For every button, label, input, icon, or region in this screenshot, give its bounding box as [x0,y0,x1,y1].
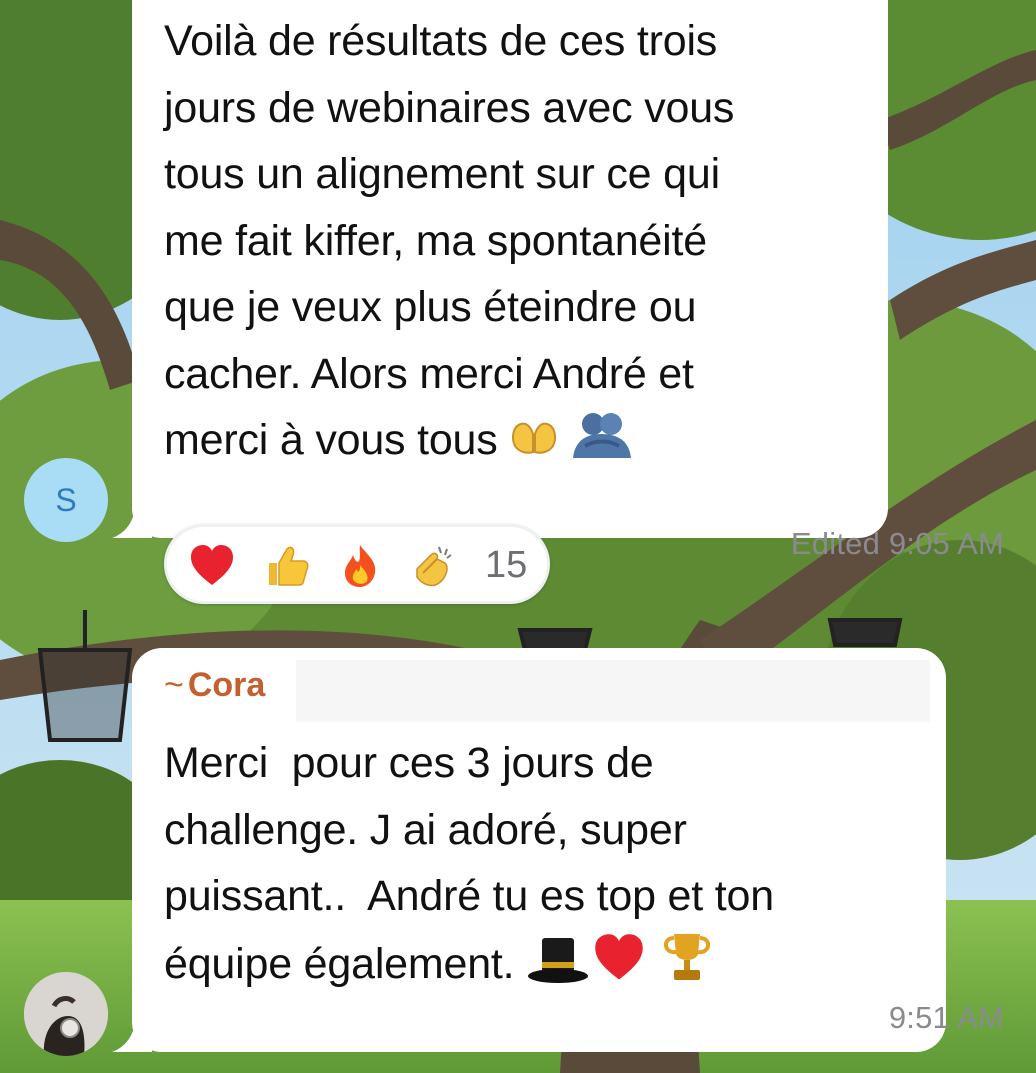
message-line: que je veux plus éteindre ou [164,283,697,331]
message-line: Merci pour ces 3 jours de [164,739,654,787]
avatar[interactable] [24,972,108,1056]
message-line: équipe également. [164,939,515,988]
redacted-name-bar [296,660,930,722]
message-line: jours de webinaires avec vous [164,83,735,132]
reaction-count: 15 [485,544,528,586]
heart-hands-emoji-icon [512,422,557,454]
message-line: challenge. J ai adoré, super [164,805,687,854]
top-hat-emoji-icon [528,937,589,983]
clapping-hands-icon[interactable] [409,543,455,589]
message-text: Voilà de résultats de ces trois jours de… [164,8,858,474]
thumbs-up-icon[interactable] [263,543,309,589]
fire-icon[interactable] [337,543,383,589]
message-time: 9:05 AM [888,526,1004,561]
message-bubble[interactable]: Voilà de résultats de ces trois jours de… [132,0,888,538]
user-photo-icon [24,972,108,1056]
message-text: Merci pour ces 3 jours de challenge. J a… [164,730,916,997]
message-meta: Edited 9:05 AM [791,526,1004,562]
avatar[interactable]: S [24,458,108,542]
sender-name[interactable]: ~ Cora [164,666,265,705]
message-line: tous un alignement sur ce qui [164,150,720,198]
sender-prefix: ~ [164,666,184,704]
sender-label: Cora [187,666,266,704]
message-time: 9:51 AM [888,1000,1004,1035]
message-line: Voilà de résultats de ces trois [164,17,718,65]
message-meta: 9:51 AM [889,1000,1004,1036]
message-line-with-emoji: équipe également. [164,930,916,998]
message-line: cacher. Alors merci André et [164,349,694,398]
red-heart-icon[interactable] [189,543,235,589]
avatar-initial: S [55,481,77,518]
message-line: puissant.. André tu es top et ton [164,872,774,920]
message-line: merci à vous tous [164,416,498,464]
message-line: me fait kiffer, ma spontanéité [164,216,707,265]
message-line-with-emoji: merci à vous tous [164,407,858,474]
people-hugging-emoji-icon [573,413,632,458]
reactions-bar[interactable]: 15 [164,524,550,604]
trophy-emoji-icon [663,933,710,980]
red-heart-emoji-icon [595,933,643,979]
edited-label: Edited [790,526,881,561]
